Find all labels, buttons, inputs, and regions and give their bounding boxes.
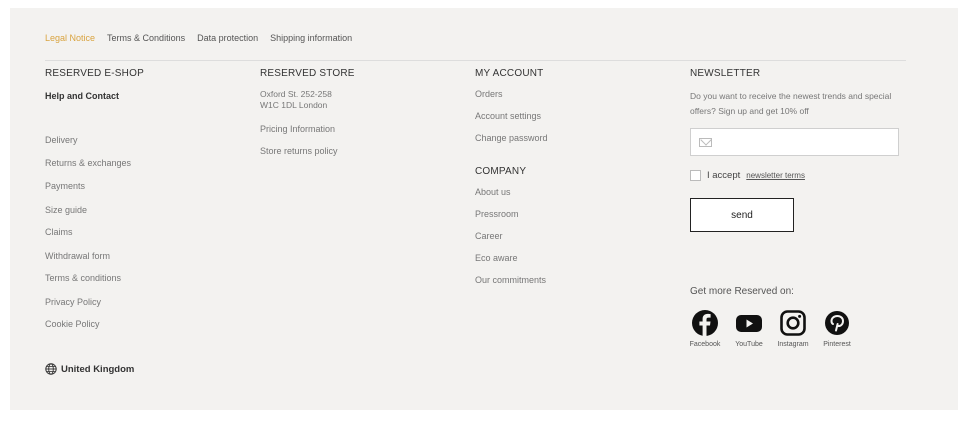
legal-links: Legal Notice Terms & Conditions Data pro…	[45, 33, 352, 43]
data-protection-link[interactable]: Data protection	[197, 33, 258, 43]
instagram-label: Instagram	[777, 341, 809, 348]
pinterest-label: Pinterest	[823, 341, 851, 348]
social-links: Facebook YouTube Instagram Pinterest	[685, 310, 857, 348]
store-returns-link[interactable]: Store returns policy	[260, 146, 460, 156]
returns-link[interactable]: Returns & exchanges	[45, 158, 131, 168]
payments-link[interactable]: Payments	[45, 181, 85, 191]
globe-icon	[45, 363, 57, 375]
legal-notice-link[interactable]: Legal Notice	[45, 33, 95, 43]
cookie-policy-link[interactable]: Cookie Policy	[45, 319, 100, 329]
store-heading: RESERVED STORE	[260, 68, 355, 79]
mail-icon	[699, 138, 712, 147]
terms-link[interactable]: Terms & Conditions	[107, 33, 185, 43]
address-line-1: Oxford St. 252-258	[260, 89, 332, 99]
newsletter-text: Do you want to receive the newest trends…	[690, 91, 892, 116]
newsletter-heading: NEWSLETTER	[690, 68, 761, 79]
social-pinterest[interactable]: Pinterest	[817, 310, 857, 348]
youtube-icon	[736, 315, 762, 332]
store-address: Oxford St. 252-258 W1C 1DL London	[260, 89, 460, 111]
instagram-icon	[780, 310, 806, 336]
social-instagram[interactable]: Instagram	[773, 310, 813, 348]
store-column: RESERVED STORE Oxford St. 252-258 W1C 1D…	[260, 68, 460, 156]
terms-conditions-link[interactable]: Terms & conditions	[45, 273, 121, 283]
footer: Legal Notice Terms & Conditions Data pro…	[10, 8, 958, 410]
newsletter-terms-link[interactable]: newsletter terms	[746, 171, 805, 180]
eco-aware-link[interactable]: Eco aware	[475, 253, 675, 263]
eshop-heading: RESERVED E-SHOP	[45, 68, 144, 79]
accept-label: I accept	[707, 170, 741, 181]
claims-link[interactable]: Claims	[45, 227, 73, 237]
country-label: United Kingdom	[61, 363, 135, 375]
pressroom-link[interactable]: Pressroom	[475, 209, 675, 219]
email-field[interactable]	[690, 128, 899, 156]
social-youtube[interactable]: YouTube	[729, 310, 769, 348]
youtube-label: YouTube	[735, 341, 763, 348]
send-button[interactable]: send	[690, 198, 794, 232]
country-selector[interactable]: United Kingdom	[45, 363, 134, 375]
orders-link[interactable]: Orders	[475, 89, 675, 99]
facebook-label: Facebook	[689, 341, 721, 348]
privacy-policy-link[interactable]: Privacy Policy	[45, 297, 101, 307]
newsletter-column: NEWSLETTER Do you want to receive the ne…	[690, 68, 910, 368]
account-column: MY ACCOUNT Orders Account settings Chang…	[475, 68, 675, 285]
account-heading: MY ACCOUNT	[475, 68, 544, 79]
social-heading: Get more Reserved on:	[690, 286, 794, 297]
career-link[interactable]: Career	[475, 231, 675, 241]
our-commitments-link[interactable]: Our commitments	[475, 275, 675, 285]
shipping-info-link[interactable]: Shipping information	[270, 33, 352, 43]
pricing-info-link[interactable]: Pricing Information	[260, 124, 460, 134]
about-us-link[interactable]: About us	[475, 187, 675, 197]
delivery-link[interactable]: Delivery	[45, 135, 78, 145]
change-password-link[interactable]: Change password	[475, 133, 675, 143]
accept-terms: I accept newsletter terms	[690, 170, 805, 181]
pinterest-icon	[825, 311, 849, 335]
company-heading: COMPANY	[475, 166, 527, 177]
account-settings-link[interactable]: Account settings	[475, 111, 675, 121]
eshop-column: RESERVED E-SHOP Help and Contact Deliver…	[45, 68, 245, 329]
withdrawal-form-link[interactable]: Withdrawal form	[45, 251, 110, 261]
facebook-icon	[692, 310, 718, 336]
size-guide-link[interactable]: Size guide	[45, 205, 87, 215]
address-line-2: W1C 1DL London	[260, 100, 328, 110]
help-contact-link[interactable]: Help and Contact	[45, 91, 119, 101]
accept-checkbox[interactable]	[690, 170, 701, 181]
social-facebook[interactable]: Facebook	[685, 310, 725, 348]
divider	[45, 60, 906, 61]
